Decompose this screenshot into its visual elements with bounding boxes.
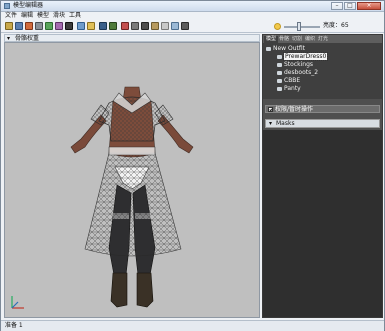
masks-header[interactable]: ▾ Masks (265, 119, 380, 128)
panel-tabs: 模型 骨骼 切割 编织 灯光 (263, 35, 382, 43)
window-title: 模型编辑器 (13, 2, 44, 9)
right-boot (136, 272, 154, 308)
dress-skirt (84, 152, 182, 257)
select-tool-icon[interactable] (5, 22, 13, 30)
tree-item-stockings[interactable]: Stockings (277, 61, 313, 68)
brightness-value: 65 (341, 22, 349, 29)
global-brush-icon[interactable] (141, 22, 149, 30)
tab-model[interactable]: 模型 (264, 36, 279, 43)
inflate-brush-icon[interactable] (25, 22, 33, 30)
menu-edit[interactable]: 编辑 (21, 12, 33, 20)
menu-bar: 文件 编辑 模型 滑块 工具 (1, 12, 384, 20)
3d-viewport[interactable] (4, 42, 260, 318)
app-window: 模型编辑器 – □ × 文件 编辑 模型 滑块 工具 亮度： 65 ▾ 骨骼权重… (0, 0, 385, 331)
dress-top (98, 96, 166, 142)
smooth-brush-icon[interactable] (55, 22, 63, 30)
alpha-brush-icon[interactable] (87, 22, 95, 30)
menu-file[interactable]: 文件 (5, 12, 17, 20)
mesh-icon (277, 54, 282, 59)
tab-segments[interactable]: 切割 (290, 36, 304, 43)
mirror-option[interactable]: 权限/暂时操作 (265, 105, 380, 113)
brightness-icon (274, 23, 281, 30)
menu-tools[interactable]: 工具 (69, 12, 81, 20)
dress-belt (108, 146, 156, 156)
mirror-label: 权限/暂时操作 (275, 106, 314, 113)
mirror-checkbox[interactable] (268, 107, 273, 112)
tree-item-cbbe[interactable]: CBBE (277, 77, 300, 84)
left-boot (110, 272, 128, 308)
mesh-icon (277, 70, 282, 75)
minimize-button[interactable]: – (331, 2, 343, 10)
move-brush-icon[interactable] (45, 22, 53, 30)
status-text: 准备 1 (5, 322, 23, 329)
brightness-label: 亮度： (323, 22, 342, 29)
x-mirror-icon[interactable] (121, 22, 129, 30)
tab-partitions[interactable]: 编织 (303, 36, 317, 43)
brightness-slider-track[interactable] (284, 26, 320, 28)
connected-icon[interactable] (131, 22, 139, 30)
deflate-brush-icon[interactable] (35, 22, 43, 30)
mask-brush-icon[interactable] (15, 22, 23, 30)
viewport-title: 骨骼权重 (15, 35, 40, 42)
masks-title: Masks (276, 120, 295, 127)
color-brush-icon[interactable] (77, 22, 85, 30)
weight-brush-icon[interactable] (65, 22, 73, 30)
viewport-header[interactable]: ▾ 骨骼权重 (4, 34, 260, 42)
tree-item-desboots[interactable]: desboots_2 (277, 69, 318, 76)
tab-lights[interactable]: 灯光 (316, 36, 330, 43)
outfit-tree: New Outfit PrewarDress0 Stockings desboo… (263, 43, 382, 99)
redo-icon[interactable] (109, 22, 117, 30)
collapse-icon[interactable]: ▾ (7, 35, 10, 42)
tab-bones[interactable]: 骨骼 (277, 36, 291, 43)
undo-icon[interactable] (99, 22, 107, 30)
lighting-icon[interactable] (161, 22, 169, 30)
app-icon (4, 3, 10, 9)
mesh-icon (277, 86, 282, 91)
menu-slider[interactable]: 滑块 (53, 12, 65, 20)
mesh-icon (277, 62, 282, 67)
collapse-tree-icon[interactable] (266, 46, 271, 51)
maximize-button[interactable]: □ (344, 2, 356, 10)
menu-model[interactable]: 模型 (37, 12, 49, 20)
character-model (70, 86, 194, 308)
close-button[interactable]: × (357, 2, 381, 10)
vertex-colors-icon[interactable] (181, 22, 189, 30)
chevron-down-icon[interactable]: ▾ (269, 120, 272, 128)
title-bar[interactable]: 模型编辑器 – □ × (1, 1, 384, 12)
tree-root[interactable]: New Outfit (266, 45, 305, 52)
masks-list[interactable] (263, 130, 382, 317)
axis-gizmo-icon (11, 296, 24, 309)
tree-item-prewardress[interactable]: PrewarDress0 (277, 52, 329, 61)
tree-item-panty[interactable]: Panty (277, 85, 301, 92)
texture-icon[interactable] (171, 22, 179, 30)
brightness-slider-thumb[interactable] (297, 22, 301, 31)
wireframe-icon[interactable] (151, 22, 159, 30)
status-bar: 准备 1 (1, 320, 384, 331)
right-panel: 模型 骨骼 切割 编织 灯光 New Outfit PrewarDress0 S… (262, 34, 383, 318)
mesh-icon (277, 78, 282, 83)
